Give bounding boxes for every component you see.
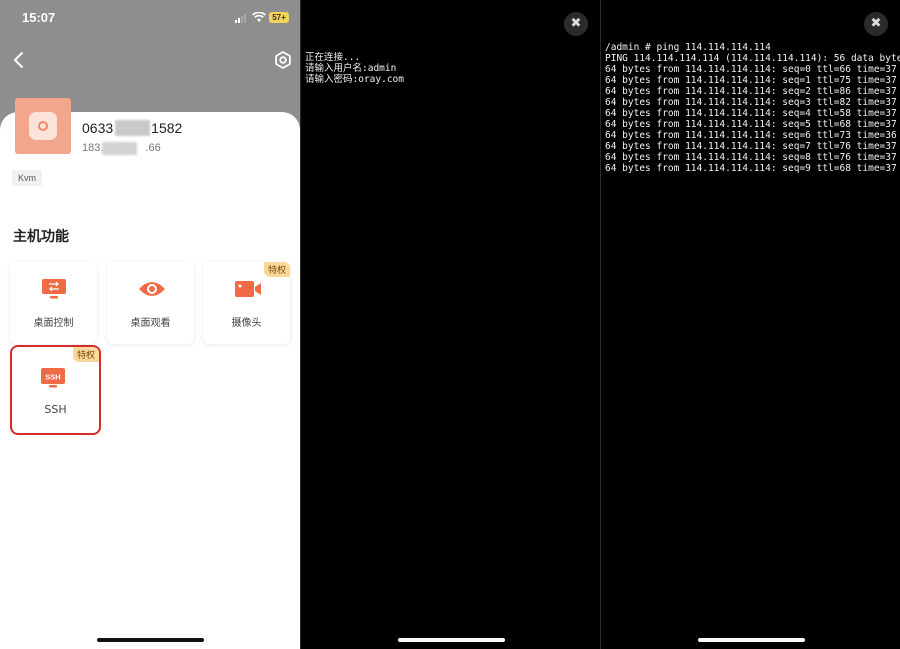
card-label: 桌面观看 xyxy=(130,318,171,329)
ssh-terminal-screen: ✖ /admin # ping 114.114.114.114 PING 114.… xyxy=(600,0,900,649)
desktop-control-icon xyxy=(42,279,66,299)
signal-icon xyxy=(235,14,248,23)
settings-button[interactable] xyxy=(272,49,294,71)
ssh-login-screen: ✖ 正在连接... 请输入用户名:admin 请输入密码:oray.com xyxy=(300,0,600,649)
status-bar: 15:07 57+ xyxy=(0,0,300,38)
desktop-view-card[interactable]: 桌面观看 xyxy=(107,262,194,344)
gear-icon xyxy=(275,51,291,69)
privilege-badge: 特权 xyxy=(263,262,290,277)
terminal-line: 64 bytes from 114.114.114.114: seq=3 ttl… xyxy=(605,97,897,108)
terminal-output[interactable]: 正在连接... 请输入用户名:admin 请输入密码:oray.com xyxy=(305,52,600,85)
terminal-line: 64 bytes from 114.114.114.114: seq=4 ttl… xyxy=(605,108,897,119)
redaction-blur xyxy=(115,120,150,136)
terminal-line: PING 114.114.114.114 (114.114.114.114): … xyxy=(605,53,900,64)
close-icon: ✖ xyxy=(570,16,582,31)
ssh-icon: SSH xyxy=(41,368,65,388)
home-indicator[interactable] xyxy=(698,638,805,642)
redaction-blur xyxy=(102,142,137,155)
close-button[interactable]: ✖ xyxy=(564,12,588,36)
terminal-output[interactable]: /admin # ping 114.114.114.114 PING 114.11… xyxy=(605,42,900,174)
back-button[interactable] xyxy=(10,48,30,72)
ssh-card[interactable]: 特权 SSH SSH xyxy=(10,345,101,435)
terminal-line: /admin # ping 114.114.114.114 xyxy=(605,42,771,53)
battery-icon: 57+ xyxy=(269,12,289,23)
chevron-left-icon xyxy=(14,52,23,68)
terminal-line: 64 bytes from 114.114.114.114: seq=6 ttl… xyxy=(605,130,897,141)
device-detail-screen: 15:07 57+ 0633 1582 183. .66 Kvm 主机功能 桌面… xyxy=(0,0,300,649)
wifi-icon xyxy=(252,12,266,22)
privilege-badge: 特权 xyxy=(72,347,99,362)
device-ip-prefix: 183. xyxy=(82,142,104,154)
desktop-control-card[interactable]: 桌面控制 xyxy=(10,262,97,344)
terminal-line: 64 bytes from 114.114.114.114: seq=8 ttl… xyxy=(605,152,897,163)
eye-icon xyxy=(139,282,165,296)
home-indicator[interactable] xyxy=(97,638,204,642)
home-indicator[interactable] xyxy=(398,638,505,642)
device-name-prefix: 0633 xyxy=(82,120,114,136)
terminal-line: 请输入密码:oray.com xyxy=(305,74,404,85)
terminal-line: 64 bytes from 114.114.114.114: seq=9 ttl… xyxy=(605,163,897,174)
terminal-line: 正在连接... xyxy=(305,52,361,63)
close-button[interactable]: ✖ xyxy=(864,12,888,36)
terminal-line: 64 bytes from 114.114.114.114: seq=1 ttl… xyxy=(605,75,897,86)
terminal-line: 64 bytes from 114.114.114.114: seq=5 ttl… xyxy=(605,119,897,130)
device-ip-suffix: .66 xyxy=(145,142,161,154)
terminal-line: 64 bytes from 114.114.114.114: seq=0 ttl… xyxy=(605,64,897,75)
card-label: SSH xyxy=(44,403,67,416)
camera-icon xyxy=(235,281,261,297)
device-sheet: 0633 1582 183. .66 Kvm 主机功能 桌面控制 桌面观看 特权… xyxy=(0,98,300,649)
card-label: 桌面控制 xyxy=(33,318,74,329)
device-name-suffix: 1582 xyxy=(151,120,183,136)
close-icon: ✖ xyxy=(870,16,882,31)
svg-text:SSH: SSH xyxy=(45,373,60,382)
device-logo-icon xyxy=(29,112,57,140)
section-title: 主机功能 xyxy=(13,229,69,245)
terminal-line: 64 bytes from 114.114.114.114: seq=7 ttl… xyxy=(605,141,897,152)
camera-card[interactable]: 特权 摄像头 xyxy=(203,262,290,344)
device-type-tag: Kvm xyxy=(12,170,42,186)
card-label: 摄像头 xyxy=(231,318,262,329)
device-avatar xyxy=(15,98,71,154)
terminal-line: 64 bytes from 114.114.114.114: seq=2 ttl… xyxy=(605,86,897,97)
status-time: 15:07 xyxy=(22,10,56,25)
terminal-line: 请输入用户名:admin xyxy=(305,63,397,74)
